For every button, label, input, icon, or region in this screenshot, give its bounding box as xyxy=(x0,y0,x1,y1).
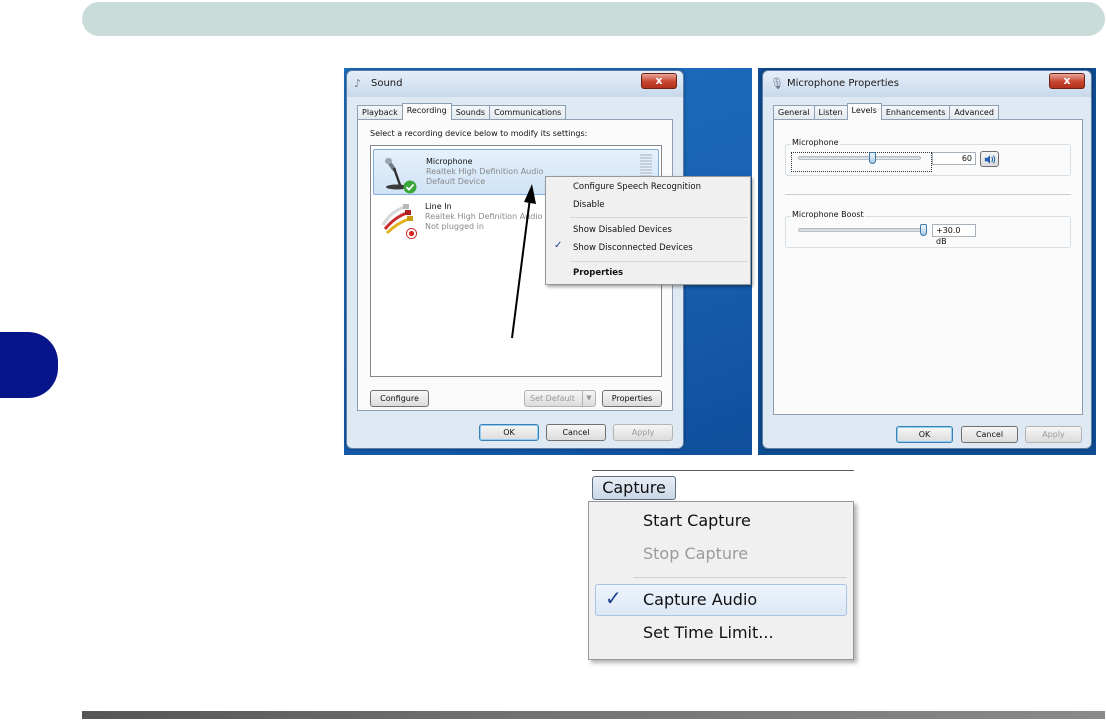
chevron-down-icon: ▼ xyxy=(582,391,595,406)
tab-communications[interactable]: Communications xyxy=(489,105,567,120)
set-default-label: Set Default xyxy=(530,394,575,403)
menu-item-show-disabled[interactable]: Show Disabled Devices xyxy=(573,225,672,235)
section-divider xyxy=(785,194,1071,195)
apply-button[interactable]: Apply xyxy=(613,424,673,441)
checkmark-icon: ✓ xyxy=(605,586,622,610)
device-status: Not plugged in xyxy=(425,222,484,231)
menu-item-stop-capture[interactable]: Stop Capture xyxy=(643,544,748,563)
tab-sounds[interactable]: Sounds xyxy=(450,105,491,120)
checkmark-icon: ✓ xyxy=(554,240,563,251)
tab-levels[interactable]: Levels xyxy=(846,103,882,120)
ok-button[interactable]: OK xyxy=(479,424,539,441)
device-info-line-in: Line In Realtek High Definition Audio No… xyxy=(425,202,542,232)
device-driver: Realtek High Definition Audio xyxy=(426,167,544,176)
tab-general[interactable]: General xyxy=(773,105,815,120)
menu-item-set-time-limit[interactable]: Set Time Limit... xyxy=(643,623,774,642)
menu-item-show-disconnected[interactable]: Show Disconnected Devices xyxy=(573,243,693,253)
sound-app-icon: ♪ xyxy=(354,77,362,90)
cancel-button[interactable]: Cancel xyxy=(546,424,606,441)
sound-tabs: Playback Recording Sounds Communications xyxy=(357,103,567,120)
device-info-microphone: Microphone Realtek High Definition Audio… xyxy=(426,157,543,187)
device-driver: Realtek High Definition Audio xyxy=(425,212,543,221)
levels-panel: Microphone 60 Microphone Boost +30.0 dB xyxy=(773,119,1083,415)
cancel-button[interactable]: Cancel xyxy=(961,426,1018,443)
properties-button[interactable]: Properties xyxy=(602,390,662,407)
instruction-text: Select a recording device below to modif… xyxy=(370,129,588,138)
mic-props-tabs: General Listen Levels Enhancements Advan… xyxy=(773,103,999,120)
menu-separator xyxy=(633,577,847,578)
sound-title: Sound xyxy=(371,78,403,89)
menu-separator xyxy=(570,261,748,262)
menu-item-capture-audio[interactable]: Capture Audio xyxy=(643,590,757,609)
footer-rule xyxy=(82,711,1105,719)
capture-menu-button[interactable]: Capture xyxy=(592,476,676,500)
capture-dropdown: Start Capture Stop Capture ✓ Capture Aud… xyxy=(588,501,854,660)
red-unplugged-icon xyxy=(406,228,417,239)
menubar-line xyxy=(592,470,854,471)
boost-value[interactable]: +30.0 dB xyxy=(932,224,976,246)
set-default-button[interactable]: Set Default ▼ xyxy=(524,390,596,407)
tab-advanced[interactable]: Advanced xyxy=(949,105,999,120)
microphone-level-label: Microphone xyxy=(791,138,840,147)
microphone-boost-label: Microphone Boost xyxy=(791,210,865,219)
microphone-properties-dialog: 🎙 Microphone Properties x General Listen… xyxy=(762,70,1092,449)
menu-item-configure-speech[interactable]: Configure Speech Recognition xyxy=(573,182,701,192)
menu-item-disable[interactable]: Disable xyxy=(573,200,605,210)
microphone-boost-group xyxy=(785,216,1071,248)
device-context-menu: Configure Speech Recognition Disable Sho… xyxy=(545,176,751,285)
tab-recording[interactable]: Recording xyxy=(401,103,452,120)
menu-item-start-capture[interactable]: Start Capture xyxy=(643,511,751,530)
boost-slider-thumb[interactable] xyxy=(920,224,927,236)
microphone-slider-track[interactable] xyxy=(798,156,921,160)
microphone-level-value[interactable]: 60 xyxy=(932,152,976,165)
speaker-icon xyxy=(984,155,995,164)
configure-button[interactable]: Configure xyxy=(370,390,429,407)
tab-listen[interactable]: Listen xyxy=(813,105,848,120)
slider-focus-rect xyxy=(791,152,932,172)
microphone-small-icon: 🎙 xyxy=(770,77,784,90)
apply-button[interactable]: Apply xyxy=(1025,426,1082,443)
device-status: Default Device xyxy=(426,177,486,186)
sound-titlebar: ♪ Sound x xyxy=(347,71,683,97)
device-name: Line In xyxy=(425,202,452,211)
ok-button[interactable]: OK xyxy=(896,426,953,443)
mic-props-title: Microphone Properties xyxy=(787,78,899,89)
chapter-tab xyxy=(0,332,58,398)
mic-props-titlebar: 🎙 Microphone Properties x xyxy=(763,71,1091,97)
menu-item-properties[interactable]: Properties xyxy=(573,268,623,278)
menu-separator xyxy=(570,217,748,218)
header-bar xyxy=(82,2,1105,36)
boost-slider-track[interactable] xyxy=(798,228,924,232)
close-button[interactable]: x xyxy=(641,73,677,89)
green-check-icon xyxy=(403,180,417,194)
tab-playback[interactable]: Playback xyxy=(357,105,403,120)
tab-enhancements[interactable]: Enhancements xyxy=(880,105,951,120)
close-button[interactable]: x xyxy=(1049,73,1085,89)
speaker-mute-button[interactable] xyxy=(980,151,999,167)
microphone-slider-thumb[interactable] xyxy=(868,152,876,164)
capture-menu-area: Capture Start Capture Stop Capture ✓ Cap… xyxy=(586,470,856,660)
device-name: Microphone xyxy=(426,157,473,166)
